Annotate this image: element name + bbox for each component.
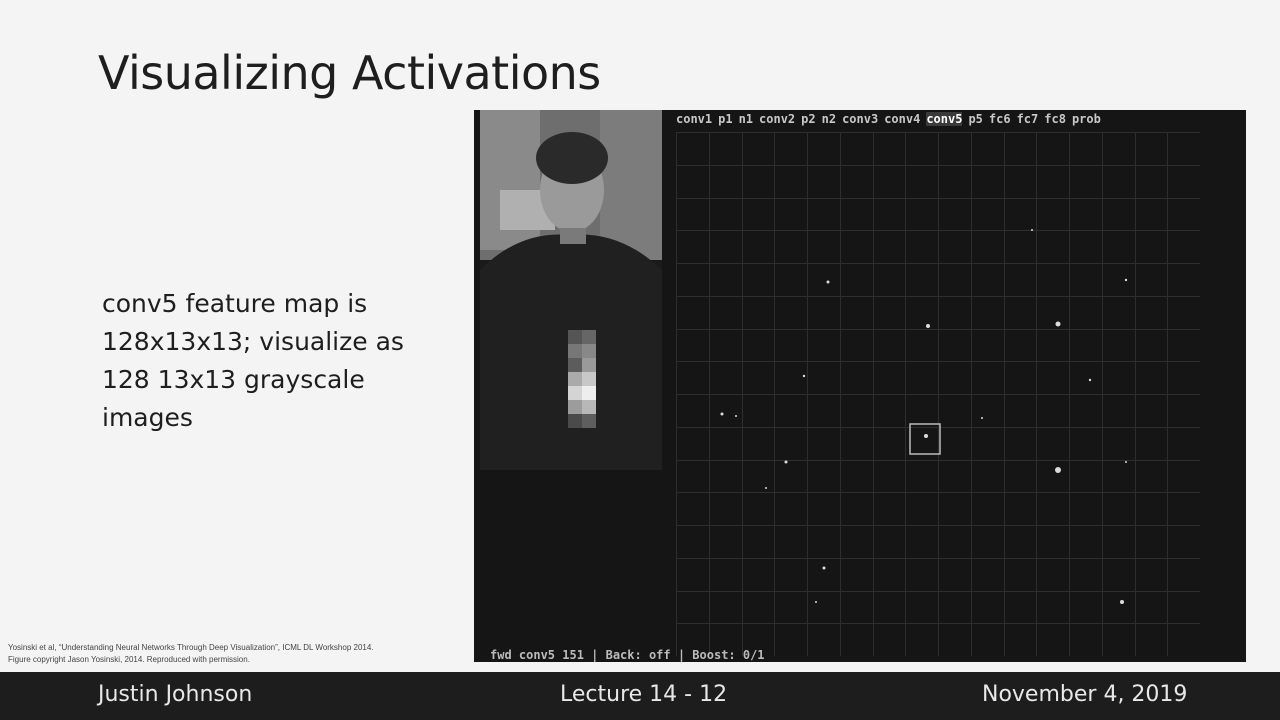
layer-tab-active[interactable]: conv5 <box>926 112 963 126</box>
webcam-image <box>480 110 662 470</box>
body-line: conv5 feature map is <box>102 289 368 318</box>
layer-tab[interactable]: fc7 <box>1017 112 1039 126</box>
activation-zoom-patch <box>568 330 596 428</box>
citation: Yosinski et al, “Understanding Neural Ne… <box>8 642 374 666</box>
layer-tab[interactable]: p1 <box>718 112 732 126</box>
body-line: 128x13x13; visualize as <box>102 327 404 356</box>
layer-tab[interactable]: conv1 <box>676 112 712 126</box>
layer-tab[interactable]: prob <box>1072 112 1101 126</box>
layer-tab[interactable]: fc8 <box>1044 112 1066 126</box>
slide-body: conv5 feature map is 128x13x13; visualiz… <box>102 285 432 437</box>
slide-title: Visualizing Activations <box>98 46 601 100</box>
layer-tab[interactable]: conv2 <box>759 112 795 126</box>
layer-tab[interactable]: fc6 <box>989 112 1011 126</box>
layer-tab[interactable]: p2 <box>801 112 815 126</box>
footer-author: Justin Johnson <box>98 682 253 707</box>
layer-tab[interactable]: p5 <box>968 112 982 126</box>
layer-tab[interactable]: conv3 <box>842 112 878 126</box>
citation-line: Yosinski et al, “Understanding Neural Ne… <box>8 643 374 652</box>
citation-line: Figure copyright Jason Yosinski, 2014. R… <box>8 655 250 664</box>
layer-tab[interactable]: n1 <box>739 112 753 126</box>
footer-lecture: Lecture 14 - 12 <box>560 682 728 707</box>
layer-tab[interactable]: n2 <box>822 112 836 126</box>
footer-bar: Justin Johnson Lecture 14 - 12 November … <box>0 672 1280 720</box>
status-line: fwd conv5 151 | Back: off | Boost: 0/1 <box>490 648 765 662</box>
selected-unit-box <box>909 423 941 455</box>
activation-grid <box>676 132 1200 656</box>
footer-date: November 4, 2019 <box>982 682 1188 707</box>
layer-selector[interactable]: conv1 p1 n1 conv2 p2 n2 conv3 conv4 conv5 p5 fc6 fc… <box>676 112 1107 126</box>
body-line: images <box>102 403 193 432</box>
body-line: 128 13x13 grayscale <box>102 365 365 394</box>
layer-tab[interactable]: conv4 <box>884 112 920 126</box>
deepvis-toolbox-view: conv1 p1 n1 conv2 p2 n2 conv3 conv4 conv5 p5 fc6 fc… <box>474 110 1246 662</box>
